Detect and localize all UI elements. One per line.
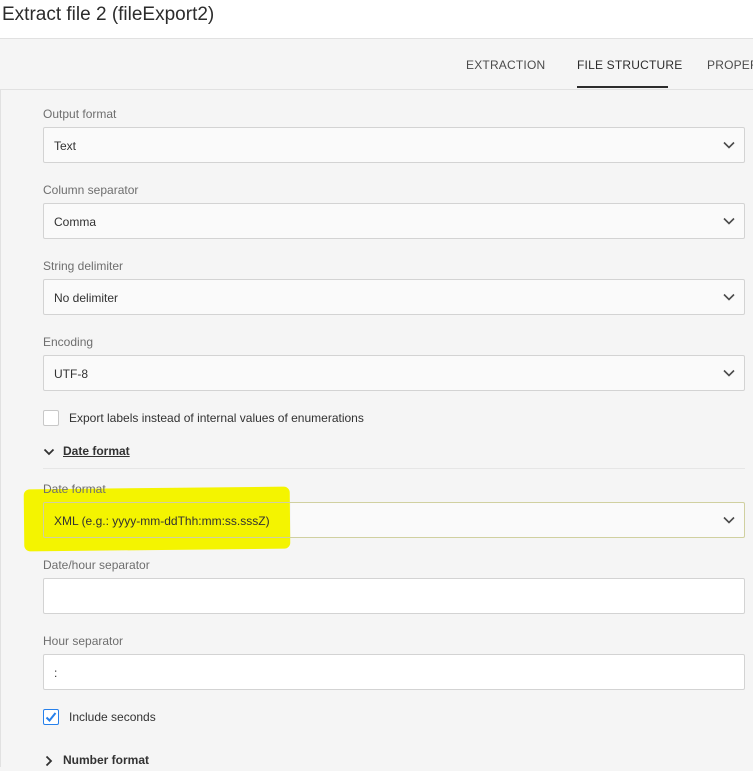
active-tab-indicator	[577, 86, 668, 88]
encoding-label: Encoding	[43, 335, 94, 349]
tab-file-structure[interactable]: FILE STRUCTURE	[577, 58, 682, 72]
hour-separator-label: Hour separator	[43, 634, 124, 648]
encoding-value: UTF-8	[54, 367, 88, 381]
chevron-down-icon	[723, 141, 735, 149]
string-delimiter-value: No delimiter	[54, 291, 119, 305]
string-delimiter-label: String delimiter	[43, 259, 124, 273]
date-format-select[interactable]: XML (e.g.: yyyy-mm-ddThh:mm:ss.sssZ)	[43, 502, 745, 538]
tab-bar: EXTRACTION FILE STRUCTURE PROPERTIES	[0, 39, 753, 90]
output-format-label: Output format	[43, 107, 117, 121]
export-labels-checkbox[interactable]	[43, 410, 59, 426]
chevron-right-icon	[45, 755, 53, 767]
hour-separator-value: :	[54, 666, 58, 680]
column-separator-value: Comma	[54, 215, 97, 229]
tab-properties[interactable]: PROPERTIES	[707, 58, 753, 72]
dialog-header: Extract file 2 (fileExport2)	[0, 0, 753, 39]
export-labels-label[interactable]: Export labels instead of internal values…	[69, 411, 364, 425]
chevron-down-icon	[723, 217, 735, 225]
output-format-value: Text	[54, 139, 77, 153]
column-separator-select[interactable]: Comma	[43, 203, 745, 239]
chevron-down-icon	[43, 448, 55, 456]
date-hour-separator-label: Date/hour separator	[43, 558, 150, 572]
panel-border	[0, 90, 1, 767]
date-format-value: XML (e.g.: yyyy-mm-ddThh:mm:ss.sssZ)	[54, 514, 270, 528]
column-separator-label: Column separator	[43, 183, 139, 197]
date-format-label: Date format	[43, 482, 106, 496]
output-format-select[interactable]: Text	[43, 127, 745, 163]
include-seconds-label[interactable]: Include seconds	[69, 710, 156, 724]
number-format-section-label: Number format	[63, 753, 150, 767]
section-divider	[43, 468, 745, 469]
number-format-section-toggle[interactable]: Number format	[43, 753, 163, 771]
chevron-down-icon	[723, 369, 735, 377]
checkmark-icon	[45, 712, 57, 722]
chevron-down-icon	[723, 293, 735, 301]
include-seconds-checkbox[interactable]	[43, 709, 59, 725]
chevron-down-icon	[723, 516, 735, 524]
string-delimiter-select[interactable]: No delimiter	[43, 279, 745, 315]
encoding-select[interactable]: UTF-8	[43, 355, 745, 391]
date-hour-separator-input[interactable]	[43, 578, 745, 614]
hour-separator-input[interactable]: :	[43, 654, 745, 690]
tab-extraction[interactable]: EXTRACTION	[466, 58, 545, 72]
date-format-section-label: Date format	[63, 444, 130, 458]
date-format-section-toggle[interactable]: Date format	[43, 444, 143, 462]
dialog-title: Extract file 2 (fileExport2)	[2, 4, 215, 25]
